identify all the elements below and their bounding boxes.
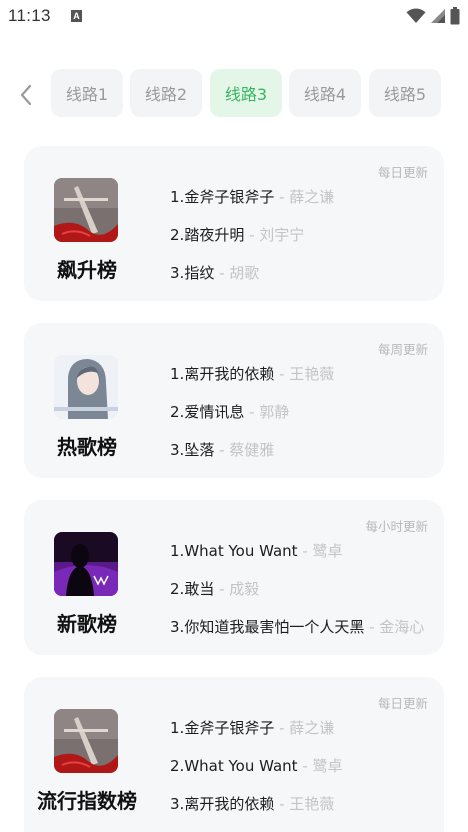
- song-artist: - 鹭卓: [297, 757, 343, 775]
- status-bar: 11:13 A: [0, 0, 468, 34]
- song-rank: 2.: [170, 580, 185, 598]
- keyboard-a-icon: A: [71, 10, 82, 22]
- route-tabs: 线路1 线路2 线路3 线路4 线路5: [0, 69, 468, 117]
- song-artist: - 鹭卓: [297, 542, 343, 560]
- back-button[interactable]: [12, 81, 40, 109]
- song-item[interactable]: 1.金斧子银斧子 - 薛之谦: [170, 186, 334, 224]
- song-item[interactable]: 1.What You Want - 鹭卓: [170, 540, 424, 578]
- song-rank: 3.: [170, 264, 185, 282]
- song-title: What You Want: [184, 757, 298, 775]
- song-item[interactable]: 1.离开我的依赖 - 王艳薇: [170, 363, 334, 401]
- status-time: 11:13: [8, 6, 51, 25]
- song-artist: - 刘宇宁: [244, 226, 305, 244]
- tab-route-1[interactable]: 线路1: [51, 69, 123, 117]
- chart-cover-image: [54, 178, 118, 242]
- chevron-left-icon: [20, 84, 32, 106]
- song-rank: 1.: [170, 365, 185, 383]
- song-artist: - 薛之谦: [274, 719, 335, 737]
- song-title: What You Want: [184, 542, 298, 560]
- chart-cover-image: [54, 355, 118, 419]
- song-item[interactable]: 2.What You Want - 鹭卓: [170, 755, 343, 793]
- song-item[interactable]: 3.指纹 - 胡歌: [170, 262, 334, 300]
- song-item[interactable]: 2.踏夜升明 - 刘宇宁: [170, 224, 334, 262]
- tab-route-4[interactable]: 线路4: [289, 69, 361, 117]
- song-title: 踏夜升明: [184, 226, 245, 244]
- chart-card-soaring[interactable]: 每日更新 飙升榜 1.金斧子银斧子 - 薛之谦 2.踏夜升明 - 刘宇宁 3.指…: [24, 146, 444, 301]
- song-artist: - 薛之谦: [274, 188, 335, 206]
- wifi-icon: [406, 8, 426, 23]
- chart-name: 流行指数榜: [37, 789, 137, 813]
- song-rank: 3.: [170, 795, 185, 813]
- song-artist: - 胡歌: [214, 264, 260, 282]
- song-item[interactable]: 2.敢当 - 成毅: [170, 578, 424, 616]
- song-artist: - 王艳薇: [274, 795, 335, 813]
- song-list: 1.金斧子银斧子 - 薛之谦 2.踏夜升明 - 刘宇宁 3.指纹 - 胡歌: [170, 186, 334, 300]
- chart-name: 热歌榜: [57, 435, 117, 459]
- song-title: 指纹: [184, 264, 215, 282]
- update-frequency: 每小时更新: [365, 519, 428, 534]
- update-frequency: 每日更新: [377, 165, 428, 180]
- song-item[interactable]: 3.离开我的依赖 - 王艳薇: [170, 793, 343, 831]
- song-rank: 2.: [170, 403, 185, 421]
- song-list: 1.What You Want - 鹭卓 2.敢当 - 成毅 3.你知道我最害怕…: [170, 540, 424, 654]
- song-artist: - 成毅: [214, 580, 260, 598]
- status-icons: [406, 7, 460, 25]
- tab-route-3[interactable]: 线路3: [210, 69, 282, 117]
- chart-name: 飙升榜: [57, 258, 117, 282]
- song-title: 敢当: [184, 580, 215, 598]
- song-rank: 1.: [170, 188, 185, 206]
- song-rank: 1.: [170, 719, 185, 737]
- song-title: 离开我的依赖: [184, 365, 275, 383]
- song-title: 金斧子银斧子: [184, 719, 275, 737]
- signal-icon: [431, 9, 445, 23]
- tab-route-2[interactable]: 线路2: [130, 69, 202, 117]
- song-artist: - 郭静: [244, 403, 290, 421]
- song-title: 金斧子银斧子: [184, 188, 275, 206]
- chart-cover-image: [54, 532, 118, 596]
- song-list: 1.离开我的依赖 - 王艳薇 2.爱情讯息 - 郭静 3.坠落 - 蔡健雅: [170, 363, 334, 477]
- song-rank: 2.: [170, 757, 185, 775]
- chart-cover-image: [54, 709, 118, 773]
- song-title: 爱情讯息: [184, 403, 245, 421]
- song-rank: 2.: [170, 226, 185, 244]
- chart-card-hot[interactable]: 每周更新 热歌榜 1.离开我的依赖 - 王艳薇 2.爱情讯息 - 郭静 3.坠落…: [24, 323, 444, 478]
- song-rank: 1.: [170, 542, 185, 560]
- chart-card-new[interactable]: 每小时更新 新歌榜 1.What You Want - 鹭卓 2.敢当 - 成毅…: [24, 500, 444, 655]
- battery-icon: [450, 7, 460, 25]
- song-item[interactable]: 3.你知道我最害怕一个人天黑 - 金海心: [170, 616, 424, 654]
- song-rank: 3.: [170, 618, 185, 636]
- song-artist: - 王艳薇: [274, 365, 335, 383]
- song-artist: - 金海心: [364, 618, 425, 636]
- chart-card-trend[interactable]: 每日更新 流行指数榜 1.金斧子银斧子 - 薛之谦 2.What You Wan…: [24, 677, 444, 832]
- song-artist: - 蔡健雅: [214, 441, 275, 459]
- song-title: 离开我的依赖: [184, 795, 275, 813]
- update-frequency: 每日更新: [377, 696, 428, 711]
- chart-name: 新歌榜: [57, 612, 117, 636]
- song-item[interactable]: 1.金斧子银斧子 - 薛之谦: [170, 717, 343, 755]
- song-item[interactable]: 3.坠落 - 蔡健雅: [170, 439, 334, 477]
- update-frequency: 每周更新: [377, 342, 428, 357]
- song-title: 坠落: [184, 441, 215, 459]
- song-title: 你知道我最害怕一个人天黑: [184, 618, 365, 636]
- tab-route-5[interactable]: 线路5: [369, 69, 441, 117]
- song-list: 1.金斧子银斧子 - 薛之谦 2.What You Want - 鹭卓 3.离开…: [170, 717, 343, 831]
- song-item[interactable]: 2.爱情讯息 - 郭静: [170, 401, 334, 439]
- song-rank: 3.: [170, 441, 185, 459]
